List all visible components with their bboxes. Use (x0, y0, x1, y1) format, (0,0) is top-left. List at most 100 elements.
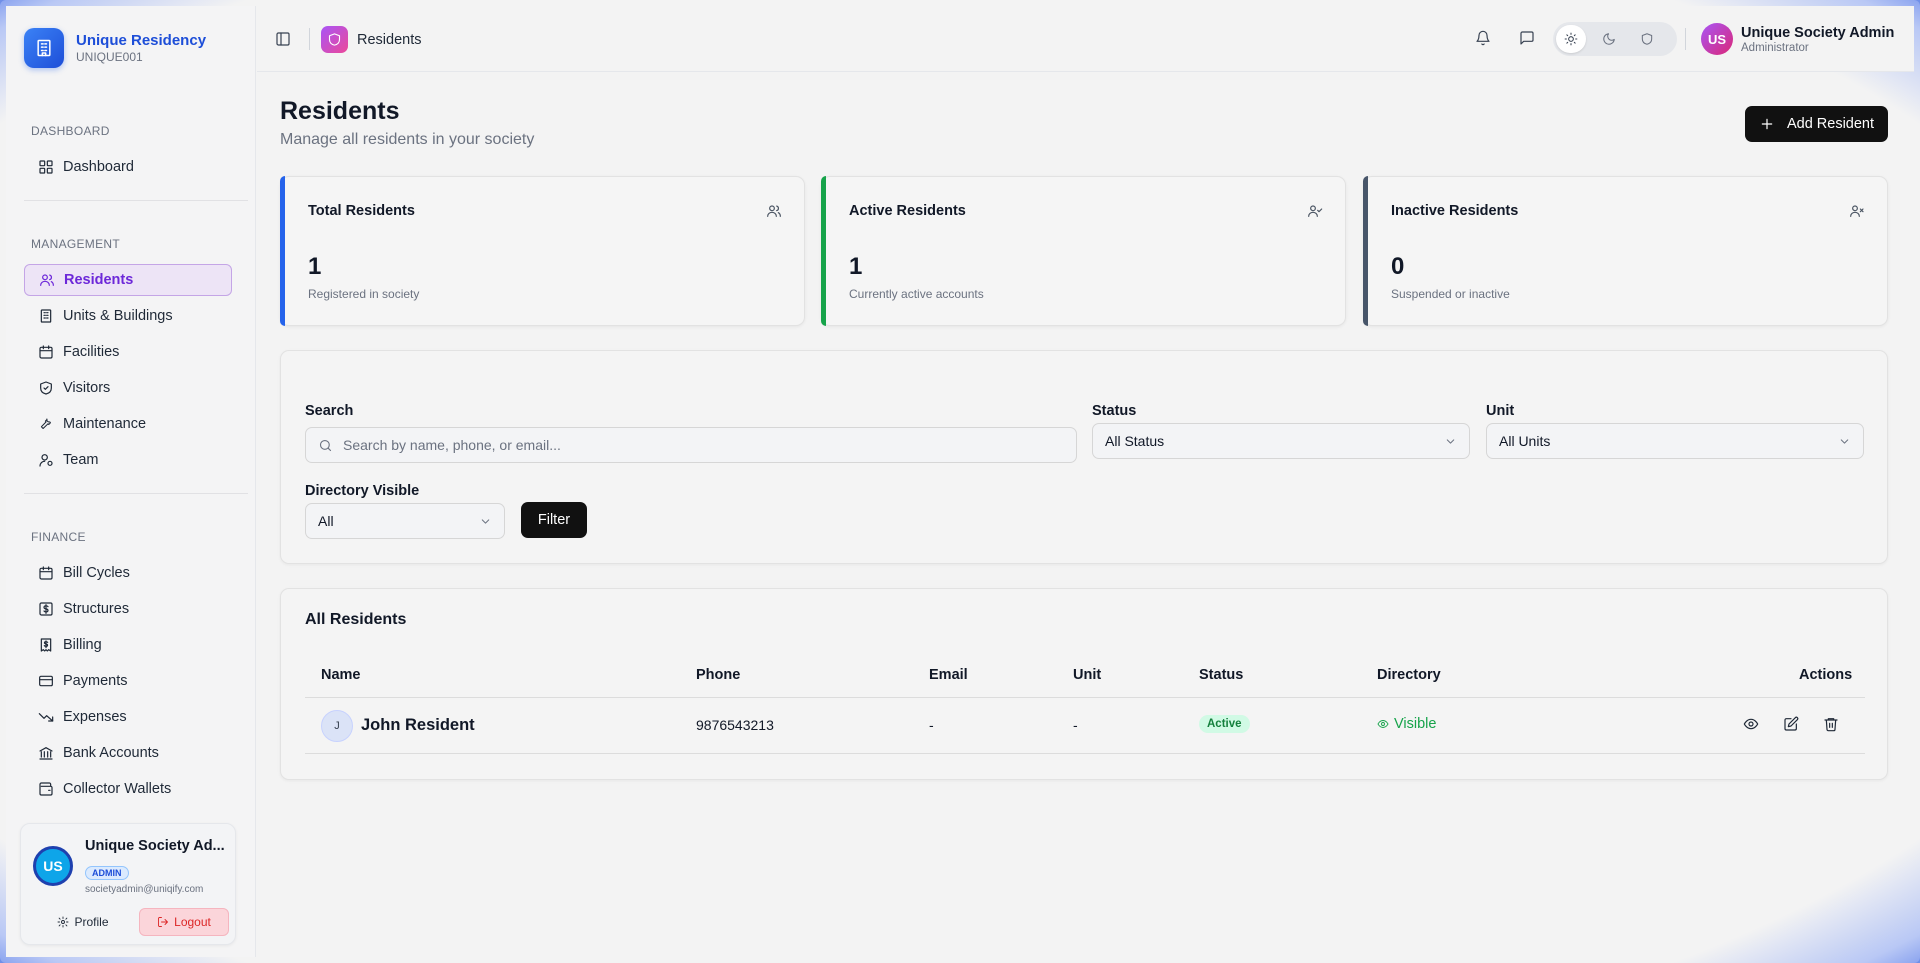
delete-button[interactable] (1823, 716, 1839, 732)
brand-code: UNIQUE001 (76, 50, 143, 64)
theme-dark-button[interactable] (1594, 25, 1624, 53)
shield-icon (40, 381, 52, 395)
resident-email: - (929, 717, 934, 733)
avatar: J (321, 710, 353, 742)
stat-card-total: Total Residents 1 Registered in society (280, 176, 805, 326)
status-select-value: All Status (1105, 433, 1165, 449)
avatar[interactable]: US (33, 846, 73, 886)
table-title: All Residents (305, 611, 407, 628)
column-header-directory[interactable]: Directory (1377, 667, 1441, 683)
sidebar-item-label: Structures (63, 601, 130, 617)
resident-phone: 9876543213 (696, 717, 774, 733)
avatar: US (1701, 23, 1733, 55)
status-select[interactable]: All Status (1092, 423, 1470, 459)
sun-icon (1564, 32, 1578, 46)
logout-label: Logout (174, 915, 211, 929)
messages-button[interactable] (1519, 30, 1535, 46)
column-header-email[interactable]: Email (929, 667, 968, 683)
sidebar-item-billing[interactable]: Billing (24, 629, 232, 661)
user-x-icon (1849, 203, 1865, 219)
edit-button[interactable] (1783, 716, 1799, 732)
trend-down-icon (38, 713, 54, 722)
filter-button[interactable]: Filter (521, 502, 587, 538)
sidebar-item-label: Bank Accounts (63, 745, 159, 761)
stat-value: 0 (1391, 253, 1405, 280)
wrench-icon (40, 418, 51, 429)
sidebar-item-residents[interactable]: Residents (24, 264, 232, 296)
breadcrumb-label: Residents (357, 31, 422, 48)
unit-select[interactable]: All Units (1486, 423, 1864, 459)
view-button[interactable] (1743, 716, 1759, 732)
user-menu[interactable]: US Unique Society Admin Administrator (1701, 23, 1894, 55)
notifications-button[interactable] (1475, 30, 1491, 46)
receipt-icon (40, 638, 52, 652)
sidebar-toggle-button[interactable] (275, 31, 291, 47)
nav-heading: MANAGEMENT (31, 237, 121, 251)
sidebar-item-collector-wallets[interactable]: Collector Wallets (24, 773, 232, 805)
top-header: Residents US Unique Society Admin Admini… (257, 6, 1914, 72)
logout-button[interactable]: Logout (139, 908, 229, 936)
header-user-name: Unique Society Admin (1741, 24, 1895, 41)
bell-icon (1476, 30, 1490, 46)
sidebar-item-label: Facilities (63, 344, 120, 360)
chevron-down-icon (1446, 438, 1455, 444)
sidebar-item-team[interactable]: Team (24, 444, 232, 476)
theme-light-button[interactable] (1556, 25, 1586, 53)
user-card-name: Unique Society Ad... (85, 838, 225, 854)
search-label: Search (305, 403, 354, 419)
sidebar-item-bill-cycles[interactable]: Bill Cycles (24, 557, 232, 589)
nav-divider (24, 493, 248, 494)
sidebar-item-dashboard[interactable]: Dashboard (24, 151, 232, 183)
nav-heading: FINANCE (31, 530, 86, 544)
column-header-status[interactable]: Status (1199, 667, 1243, 683)
gear-icon (58, 916, 69, 928)
stat-note: Registered in society (308, 287, 420, 301)
theme-switcher (1553, 22, 1677, 56)
sidebar-item-label: Billing (63, 637, 102, 653)
sidebar-item-label: Expenses (63, 709, 127, 725)
brand[interactable]: Unique Residency UNIQUE001 (24, 28, 206, 68)
search-input[interactable]: Search by name, phone, or email... (305, 427, 1077, 463)
theme-system-button[interactable] (1632, 25, 1662, 53)
sidebar-item-label: Collector Wallets (63, 781, 172, 797)
sidebar-item-visitors[interactable]: Visitors (24, 372, 232, 404)
profile-button[interactable]: Profile (33, 908, 133, 936)
sidebar-item-maintenance[interactable]: Maintenance (24, 408, 232, 440)
stat-label: Total Residents (308, 203, 415, 219)
add-resident-button[interactable]: Add Resident (1745, 106, 1888, 142)
logout-icon (158, 917, 169, 927)
sidebar-item-facilities[interactable]: Facilities (24, 336, 232, 368)
bank-icon (39, 747, 53, 760)
nav-divider (24, 200, 248, 201)
directory-visibility[interactable]: Visible (1377, 716, 1436, 732)
header-user-role: Administrator (1741, 41, 1809, 54)
page-title: Residents (280, 97, 400, 125)
page-subtitle: Manage all residents in your society (280, 131, 535, 148)
column-header-name[interactable]: Name (321, 667, 361, 683)
calendar-icon (39, 345, 53, 359)
shield-icon (321, 26, 348, 53)
sidebar-item-label: Bill Cycles (63, 565, 130, 581)
eye-icon (1743, 718, 1759, 730)
directory-select-value: All (318, 513, 334, 529)
sidebar-item-label: Units & Buildings (63, 308, 173, 324)
sidebar-item-expenses[interactable]: Expenses (24, 701, 232, 733)
moon-icon (1603, 33, 1615, 45)
sidebar-item-payments[interactable]: Payments (24, 665, 232, 697)
column-header-unit[interactable]: Unit (1073, 667, 1101, 683)
unit-filter-label: Unit (1486, 403, 1515, 419)
user-card: US Unique Society Ad... ADMIN societyadm… (20, 823, 236, 945)
sidebar-item-structures[interactable]: Structures (24, 593, 232, 625)
sidebar-item-label: Visitors (63, 380, 111, 396)
status-filter-label: Status (1092, 403, 1137, 419)
sidebar-item-units-buildings[interactable]: Units & Buildings (24, 300, 232, 332)
dollar-icon (39, 602, 53, 616)
users-icon (40, 274, 54, 286)
sidebar-item-bank-accounts[interactable]: Bank Accounts (24, 737, 232, 769)
directory-filter-label: Directory Visible (305, 483, 420, 499)
column-header-phone[interactable]: Phone (696, 667, 740, 683)
nav-section-finance: FINANCE Bill Cycles Structures Billing P… (6, 527, 256, 809)
directory-select[interactable]: All (305, 503, 505, 539)
resident-name[interactable]: John Resident (361, 716, 475, 735)
app-window: Unique Residency UNIQUE001 DASHBOARD Das… (0, 0, 1920, 963)
